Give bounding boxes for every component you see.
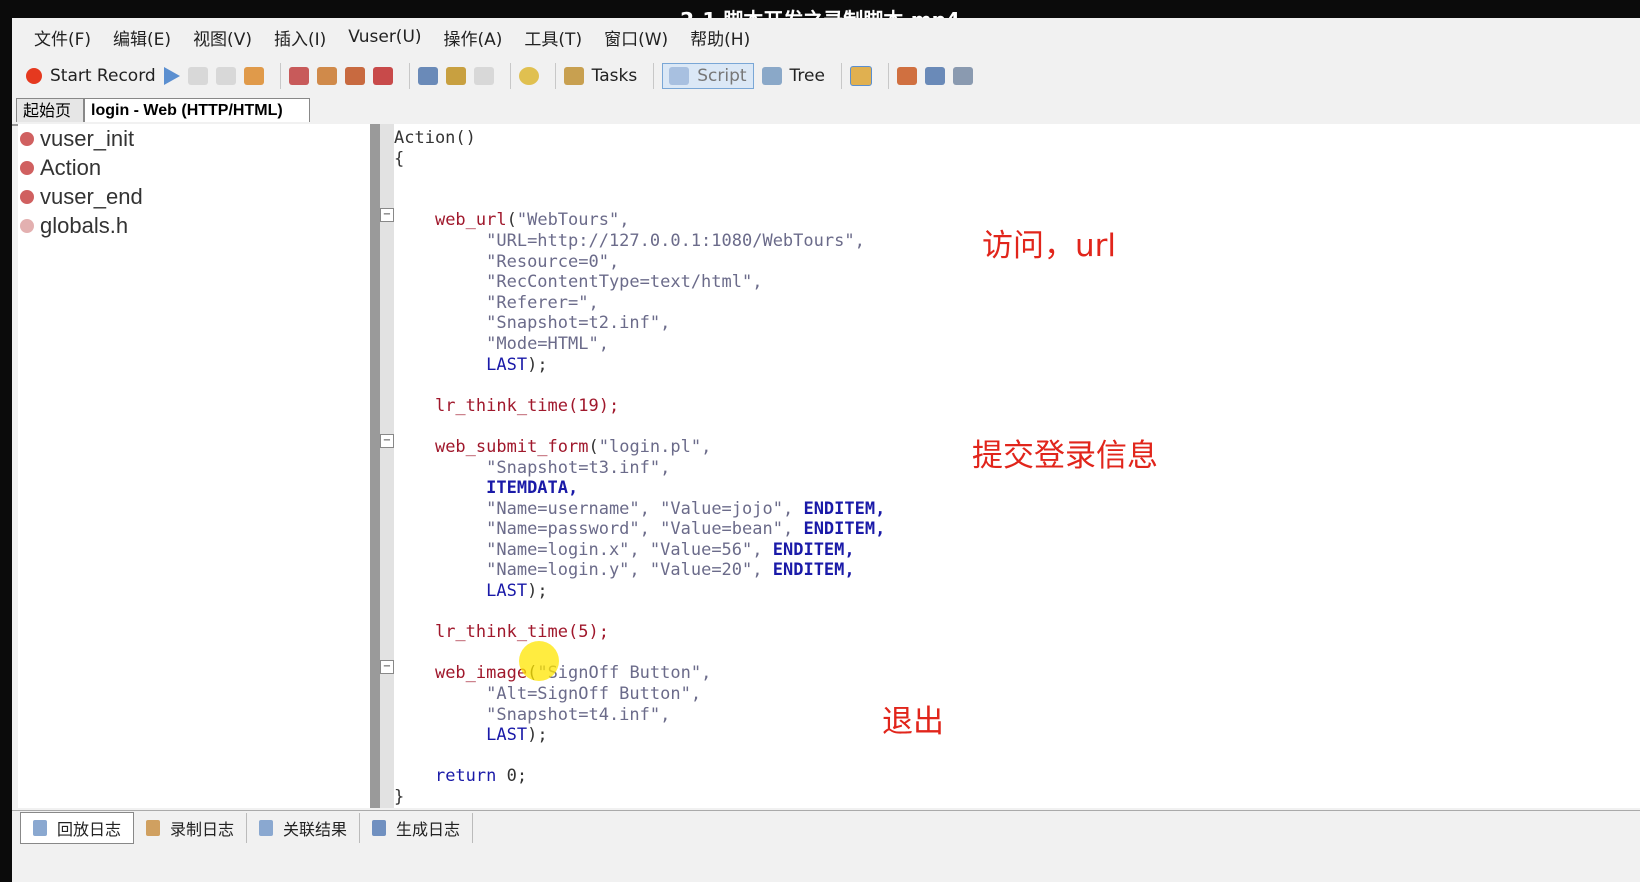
annotation-submit: 提交登录信息 <box>972 438 1158 474</box>
snapshot-icon[interactable] <box>896 67 917 85</box>
output-tabs: 回放日志 录制日志 关联结果 生成日志 <box>12 810 1640 845</box>
search-icon[interactable] <box>518 67 539 85</box>
header-file-icon <box>20 218 34 233</box>
fold-toggle-icon[interactable]: − <box>380 660 394 674</box>
menu-help[interactable]: 帮助(H) <box>690 25 750 50</box>
start-record-label: Start Record <box>50 66 156 86</box>
tab-label: 关联结果 <box>283 820 348 839</box>
compare-icon[interactable] <box>924 67 945 85</box>
log-icon <box>146 820 161 836</box>
action-icon <box>20 160 34 175</box>
file-item-action[interactable]: Action <box>18 153 370 182</box>
menu-actions[interactable]: 操作(A) <box>444 25 503 50</box>
toolbar-separator <box>408 63 410 89</box>
log-icon <box>372 820 387 836</box>
pane-splitter[interactable] <box>370 124 380 808</box>
file-label: Action <box>40 154 102 180</box>
toolbar: Start Record Tasks Script Tree <box>12 56 1640 96</box>
action-icon <box>20 189 34 204</box>
tab-label: 回放日志 <box>57 820 122 839</box>
correlation-icon <box>259 820 274 836</box>
tab-correlation-results[interactable]: 关联结果 <box>247 813 361 843</box>
script-file-tree: vuser_init Action vuser_end globals.h <box>18 124 371 808</box>
file-label: vuser_end <box>40 183 143 209</box>
toolbar-separator <box>509 63 511 89</box>
insert-step-icon[interactable] <box>417 67 438 85</box>
menu-window[interactable]: 窗口(W) <box>604 25 668 50</box>
file-item-globals[interactable]: globals.h <box>18 211 370 240</box>
toolbar-separator <box>653 63 655 89</box>
tab-label: 录制日志 <box>170 820 235 839</box>
tab-start-page[interactable]: 起始页 <box>16 98 84 122</box>
tree-view-button[interactable]: Tree <box>761 66 825 86</box>
start-record-button[interactable]: Start Record <box>26 66 156 86</box>
fold-toggle-icon[interactable]: − <box>380 208 394 222</box>
document-tabs: 起始页 login - Web (HTTP/HTML) <box>12 96 1640 126</box>
stop-icon[interactable] <box>187 67 208 85</box>
menu-edit[interactable]: 编辑(E) <box>113 25 171 50</box>
tab-recording-log[interactable]: 录制日志 <box>134 813 248 843</box>
mouse-cursor-highlight <box>519 641 559 681</box>
play-icon[interactable] <box>163 67 180 85</box>
tasks-button[interactable]: Tasks <box>563 66 638 86</box>
script-icon <box>669 67 690 85</box>
script-view-button[interactable]: Script <box>662 63 754 89</box>
toolbar-separator <box>554 63 556 89</box>
rendezvous-icon[interactable] <box>473 67 494 85</box>
annotation-url: 访问，url <box>982 228 1117 264</box>
window-icon[interactable] <box>952 67 973 85</box>
find-icon[interactable] <box>316 67 337 85</box>
menu-vuser[interactable]: Vuser(U) <box>348 27 421 47</box>
file-item-vuser-end[interactable]: vuser_end <box>18 182 370 211</box>
tab-label: 生成日志 <box>396 820 461 839</box>
breakpoint-icon[interactable] <box>288 67 309 85</box>
bookmark-icon[interactable] <box>344 67 365 85</box>
tab-generation-log[interactable]: 生成日志 <box>360 813 474 843</box>
file-item-vuser-init[interactable]: vuser_init <box>18 124 370 153</box>
vugen-window: 文件(F) 编辑(E) 视图(V) 插入(I) Vuser(U) 操作(A) 工… <box>12 18 1640 882</box>
output-window-icon[interactable] <box>849 66 872 86</box>
tasks-icon <box>563 67 584 85</box>
transaction-icon[interactable] <box>445 67 466 85</box>
menu-view[interactable]: 视图(V) <box>193 25 252 50</box>
menu-bar: 文件(F) 编辑(E) 视图(V) 插入(I) Vuser(U) 操作(A) 工… <box>12 18 1640 56</box>
toolbar-separator <box>887 63 889 89</box>
tree-icon <box>761 67 782 85</box>
run-settings-icon[interactable] <box>372 67 393 85</box>
script-label: Script <box>697 66 747 86</box>
script-code: Action() { web_url("WebTours", "URL=http… <box>394 128 886 807</box>
action-icon <box>20 131 34 146</box>
tab-login-script[interactable]: login - Web (HTTP/HTML) <box>84 98 310 122</box>
tab-replay-log[interactable]: 回放日志 <box>20 812 135 844</box>
menu-tools[interactable]: 工具(T) <box>524 25 582 50</box>
step-icon[interactable] <box>215 67 236 85</box>
tasks-label: Tasks <box>591 66 638 86</box>
record-icon <box>26 68 42 84</box>
file-label: vuser_init <box>40 125 135 151</box>
fold-toggle-icon[interactable]: − <box>380 434 394 448</box>
annotation-exit: 退出 <box>882 704 944 740</box>
editor-gutter <box>380 124 394 808</box>
menu-insert[interactable]: 插入(I) <box>274 25 326 50</box>
toolbar-separator <box>279 63 281 89</box>
menu-file[interactable]: 文件(F) <box>34 25 91 50</box>
tree-label: Tree <box>789 66 825 86</box>
log-icon <box>33 820 47 836</box>
toolbar-separator <box>840 63 842 89</box>
compile-icon[interactable] <box>243 67 264 85</box>
file-label: globals.h <box>40 212 129 238</box>
